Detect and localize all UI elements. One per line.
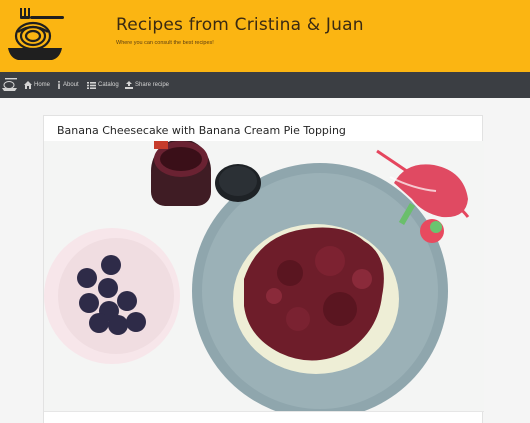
site-title: Recipes from Cristina & Juan [116,15,364,35]
upload-icon [125,81,133,89]
card-divider [44,411,484,412]
info-icon [58,81,60,89]
home-icon [24,81,32,89]
nav-about-label: About [63,82,79,88]
recipe-photo[interactable] [44,141,484,411]
navbar: Home About Catalog Share recipe [0,72,530,98]
site-subtitle: Where you can consult the best recipes! [116,40,214,46]
spaghetti-plate-icon[interactable] [6,8,64,64]
nav-home[interactable]: Home [24,72,50,98]
site-header: Recipes from Cristina & Juan Where you c… [0,0,530,72]
list-icon [87,81,96,89]
nav-home-label: Home [34,82,51,88]
recipe-card[interactable]: Banana Cheesecake with Banana Cream Pie … [43,115,484,423]
spaghetti-plate-icon [2,78,17,91]
nav-catalog-label: Catalog [98,82,119,88]
nav-catalog[interactable]: Catalog [87,72,119,98]
nav-brand[interactable] [2,72,18,98]
nav-about[interactable]: About [57,72,79,98]
nav-share-recipe-label: Share recipe [135,82,170,88]
nav-share-recipe[interactable]: Share recipe [125,72,169,98]
recipe-title[interactable]: Banana Cheesecake with Banana Cream Pie … [57,124,346,137]
